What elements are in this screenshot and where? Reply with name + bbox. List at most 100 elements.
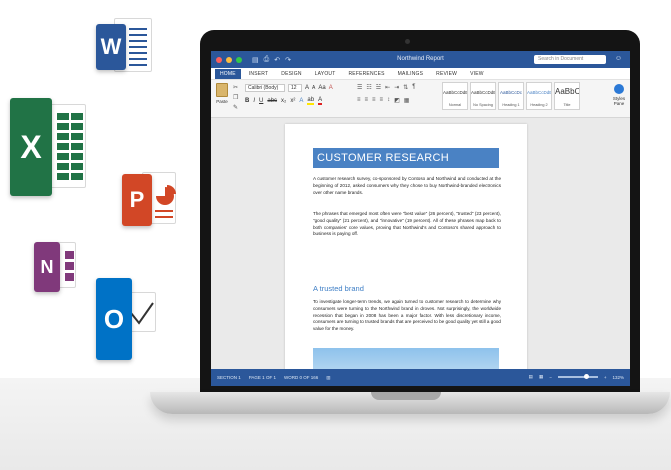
word-app-icon[interactable]: W (96, 16, 156, 78)
onenote-letter-tile: N (34, 242, 60, 292)
borders-icon[interactable]: ▦ (404, 97, 410, 104)
web-layout-icon[interactable]: ▦ (539, 374, 543, 380)
tab-layout[interactable]: LAYOUT (310, 69, 341, 79)
tab-insert[interactable]: INSERT (244, 69, 273, 79)
search-input[interactable]: Search in Document (534, 55, 606, 64)
outlook-letter-tile: O (96, 278, 132, 360)
user-icon[interactable]: ☺ (615, 55, 622, 62)
decrease-indent-icon[interactable]: ⇤ (385, 84, 390, 91)
tab-references[interactable]: REFERENCES (343, 69, 389, 79)
powerpoint-app-icon[interactable]: P (122, 168, 178, 232)
proofing-icon[interactable]: ▥ (326, 375, 330, 381)
excel-app-icon[interactable]: X (10, 98, 86, 196)
zoom-level[interactable]: 132% (612, 375, 624, 380)
powerpoint-letter-tile: P (122, 174, 152, 226)
style-sample: AaBbCcDc (499, 90, 522, 95)
style-no-spacing[interactable]: AaBbCcDdEe No Spacing (470, 82, 496, 110)
style-name: No Spacing (473, 103, 493, 107)
pilcrow-icon[interactable]: ¶ (412, 84, 415, 91)
numbering-icon[interactable]: ☷ (366, 84, 371, 91)
excel-letter-tile: X (10, 98, 52, 196)
multilevel-list-icon[interactable]: ☱ (376, 84, 381, 91)
word-letter-tile: W (96, 24, 126, 70)
style-title[interactable]: AaBbC Title (554, 82, 580, 110)
underline-icon[interactable]: U (259, 98, 263, 104)
format-painter-icon[interactable]: ✎ (233, 104, 238, 111)
style-sample: AaBbC (555, 87, 579, 96)
outlook-app-icon[interactable]: O (96, 278, 158, 360)
bold-icon[interactable]: B (245, 98, 249, 104)
style-name: Title (563, 103, 571, 107)
increase-indent-icon[interactable]: ⇥ (394, 84, 399, 91)
title-bar: ▤ ⎙ ↶ ↷ Northwind Report Search in Docum… (211, 51, 630, 68)
subscript-icon[interactable]: x₂ (281, 98, 286, 104)
change-case-icon[interactable]: Aa (318, 85, 325, 91)
shading-icon[interactable]: ◩ (394, 97, 400, 104)
tab-view[interactable]: VIEW (465, 69, 489, 79)
clear-format-icon[interactable]: A (329, 85, 333, 91)
paragraph-2: The phrases that emerged most often were… (313, 211, 501, 237)
highlight-icon[interactable]: ab (307, 97, 315, 105)
align-center-icon[interactable]: ≡ (365, 97, 369, 104)
strikethrough-icon[interactable]: abc (267, 98, 277, 104)
ribbon: Paste ✂ ❐ ✎ Calibri (Body) 12 A A Aa A B… (211, 80, 630, 118)
word-window: ▤ ⎙ ↶ ↷ Northwind Report Search in Docum… (211, 51, 630, 386)
style-name: Heading 2 (530, 103, 548, 107)
format-buttons: B I U abc x₂ x² A ab A (245, 97, 323, 105)
tab-review[interactable]: REVIEW (431, 69, 462, 79)
style-normal[interactable]: AaBbCcDdEe Normal (442, 82, 468, 110)
onenote-app-icon[interactable]: N (34, 238, 78, 294)
style-heading-2[interactable]: AaBbCcDdE Heading 2 (526, 82, 552, 110)
ribbon-tabs: HOME INSERT DESIGN LAYOUT REFERENCES MAI… (211, 68, 630, 80)
styles-pane-button[interactable]: Styles Pane (611, 84, 627, 106)
section-indicator: SECTION 1 (217, 375, 241, 380)
style-name: Heading 1 (502, 103, 520, 107)
style-name: Normal (448, 103, 462, 107)
status-bar: SECTION 1 PAGE 1 OF 1 WORD 0 OF 166 ▥ ▤ … (211, 369, 630, 386)
copy-icon[interactable]: ❐ (233, 94, 238, 101)
word-count[interactable]: WORD 0 OF 166 (284, 375, 318, 380)
zoom-slider-knob[interactable] (583, 374, 589, 379)
tab-mailings[interactable]: MAILINGS (393, 69, 429, 79)
bullets-icon[interactable]: ☰ (357, 84, 362, 91)
style-heading-1[interactable]: AaBbCcDc Heading 1 (498, 82, 524, 110)
shrink-font-icon[interactable]: A (312, 85, 315, 91)
font-size-select[interactable]: 12 (288, 84, 302, 92)
tab-home[interactable]: HOME (215, 68, 241, 79)
align-right-icon[interactable]: ≡ (372, 97, 376, 104)
style-sample: AaBbCcDdEe (443, 90, 467, 95)
clipboard-icon (216, 83, 228, 97)
paragraph-1: A customer research survey, co-sponsored… (313, 176, 501, 195)
page-indicator[interactable]: PAGE 1 OF 1 (249, 375, 276, 380)
justify-icon[interactable]: ≡ (380, 97, 384, 104)
align-left-icon[interactable]: ≡ (357, 97, 361, 104)
styles-pane-label: Styles Pane (612, 96, 626, 106)
font-name-select[interactable]: Calibri (Body) (245, 84, 285, 92)
document-canvas[interactable]: CUSTOMER RESEARCH A customer research su… (211, 118, 630, 386)
font-selectors: Calibri (Body) 12 A A Aa A (245, 84, 333, 92)
paste-button[interactable]: Paste (215, 83, 229, 104)
zoom-out-icon[interactable]: − (549, 375, 552, 380)
style-sample: AaBbCcDdE (527, 90, 551, 95)
camera-icon (405, 39, 410, 44)
sort-icon[interactable]: ⇅ (403, 84, 408, 91)
zoom-slider[interactable] (557, 374, 598, 379)
grow-font-icon[interactable]: A (305, 85, 309, 91)
font-color-icon[interactable]: A (318, 97, 323, 105)
status-right: ▤ ▦ − + 132% (529, 374, 624, 380)
cut-icon[interactable]: ✂ (233, 84, 238, 91)
paragraph-3: To investigate longer-term trends, we ag… (313, 299, 501, 332)
print-layout-icon[interactable]: ▤ (529, 374, 533, 380)
style-sample: AaBbCcDdEe (471, 90, 495, 95)
italic-icon[interactable]: I (253, 98, 255, 104)
paragraph-buttons-row1: ☰ ☷ ☱ ⇤ ⇥ ⇅ ¶ (357, 84, 416, 91)
text-effects-icon[interactable]: A (299, 98, 303, 104)
laptop-notch (371, 392, 441, 400)
zoom-in-icon[interactable]: + (604, 375, 607, 380)
paragraph-buttons-row2: ≡ ≡ ≡ ≡ ↕ ◩ ▦ (357, 97, 409, 104)
paste-label: Paste (216, 99, 228, 104)
superscript-icon[interactable]: x² (290, 98, 295, 104)
tab-design[interactable]: DESIGN (276, 69, 306, 79)
document-page[interactable]: CUSTOMER RESEARCH A customer research su… (285, 124, 527, 386)
line-spacing-icon[interactable]: ↕ (387, 97, 390, 104)
